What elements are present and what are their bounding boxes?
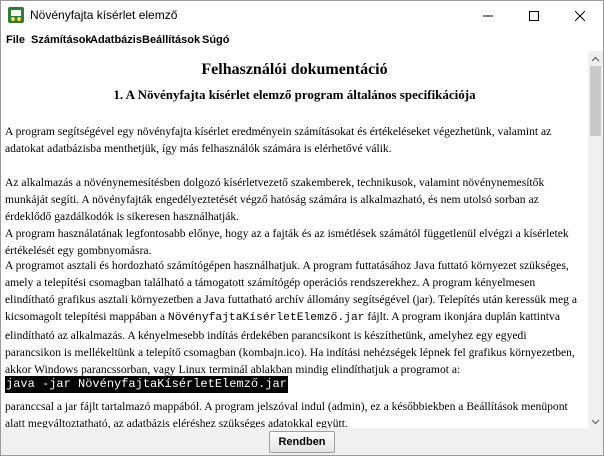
paragraph-advantage: A program használatának legfontosabb elő… [5, 227, 569, 257]
minimize-button[interactable] [465, 1, 511, 31]
scroll-down-button[interactable] [588, 414, 603, 428]
vertical-scrollbar[interactable] [588, 51, 603, 428]
menu-szamitasok[interactable]: Számítások [31, 34, 92, 46]
maximize-icon [529, 11, 539, 21]
chevron-up-icon [591, 56, 600, 62]
command-line-example: java -jar NövényfajtaKísérletElemző.jar [5, 372, 288, 393]
menu-beallitasok[interactable]: Beállítások [142, 34, 200, 46]
button-bar: Rendben [1, 428, 603, 455]
close-window-button[interactable] [557, 1, 603, 31]
paragraph-purpose: A program segítségével egy növényfajta k… [5, 125, 552, 155]
documentation-pane[interactable]: Felhasználói dokumentáció 1. A Növényfaj… [1, 51, 588, 428]
scroll-up-button[interactable] [588, 51, 603, 65]
ok-button[interactable]: Rendben [269, 431, 335, 453]
minimize-icon [483, 15, 493, 17]
command-text: java -jar NövényfajtaKísérletElemző.jar [5, 376, 288, 393]
window-title: Növényfajta kísérlet elemző [30, 8, 178, 22]
menu-sugo[interactable]: Súgó [202, 34, 230, 46]
chevron-down-icon [591, 419, 600, 425]
menu-bar: File Számítások Adatbázis Beállítások Sú… [1, 31, 603, 51]
maximize-button[interactable] [511, 1, 557, 31]
paragraph-installation: A programot asztali és hordozható számít… [5, 257, 583, 378]
app-window: Növényfajta kísérlet elemző File Számítá… [0, 0, 604, 456]
scrollbar-thumb[interactable] [590, 66, 601, 136]
app-icon [8, 7, 24, 23]
title-bar[interactable]: Növényfajta kísérlet elemző [1, 1, 603, 31]
jar-filename: NövényfajtaKísérletElemző.jar [167, 312, 365, 324]
menu-adatbazis[interactable]: Adatbázis [90, 34, 142, 46]
paragraph-password: paranccsal a jar fájlt tartalmazó mappáb… [5, 400, 568, 428]
document-title: Felhasználói dokumentáció [201, 61, 388, 78]
section-title: 1. A Növényfajta kísérlet elemző program… [113, 87, 476, 102]
close-icon [575, 11, 585, 21]
paragraph-audience: Az alkalmazás a növénynemesítésben dolgo… [5, 176, 545, 223]
menu-file[interactable]: File [6, 34, 25, 46]
